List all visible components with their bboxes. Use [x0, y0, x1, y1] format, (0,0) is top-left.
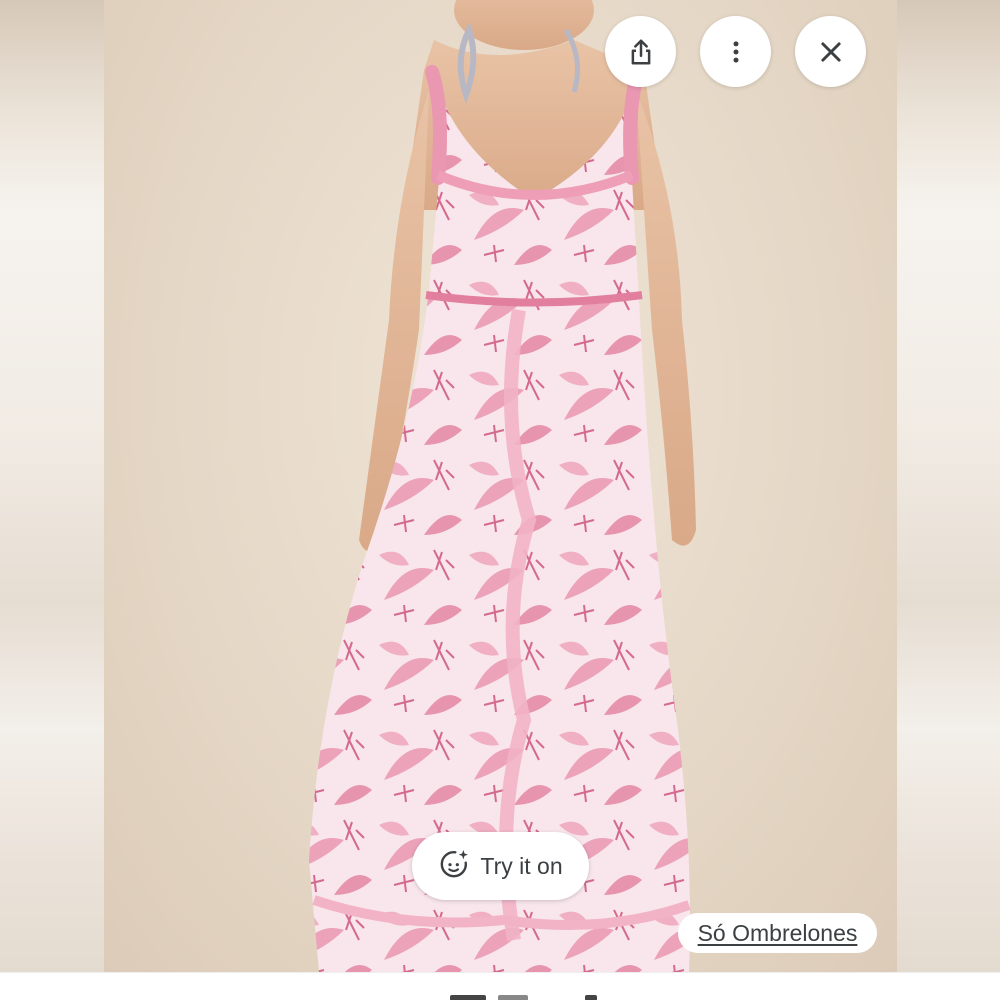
bottom-toolbar-icon[interactable] [450, 995, 486, 1000]
more-vertical-icon [721, 37, 751, 67]
bottom-toolbar-icon[interactable] [498, 995, 528, 1000]
bottom-toolbar [0, 972, 1000, 1000]
image-viewer: Try it on Só Ombrelones [0, 0, 1000, 1000]
blurred-backdrop-left [0, 0, 104, 972]
source-link[interactable]: Só Ombrelones [678, 913, 877, 953]
more-options-button[interactable] [700, 16, 771, 87]
source-link-label: Só Ombrelones [697, 919, 858, 946]
blurred-backdrop-right [896, 0, 1000, 972]
close-button[interactable] [795, 16, 866, 87]
close-icon [816, 37, 846, 67]
share-button[interactable] [605, 16, 676, 87]
share-icon [626, 37, 656, 67]
bottom-toolbar-icon[interactable] [585, 995, 597, 1000]
dress-illustration [309, 0, 696, 972]
try-it-on-button[interactable]: Try it on [412, 832, 589, 900]
sparkle-face-icon [438, 848, 470, 885]
product-photo[interactable] [104, 0, 897, 972]
try-it-on-label: Try it on [480, 852, 563, 879]
